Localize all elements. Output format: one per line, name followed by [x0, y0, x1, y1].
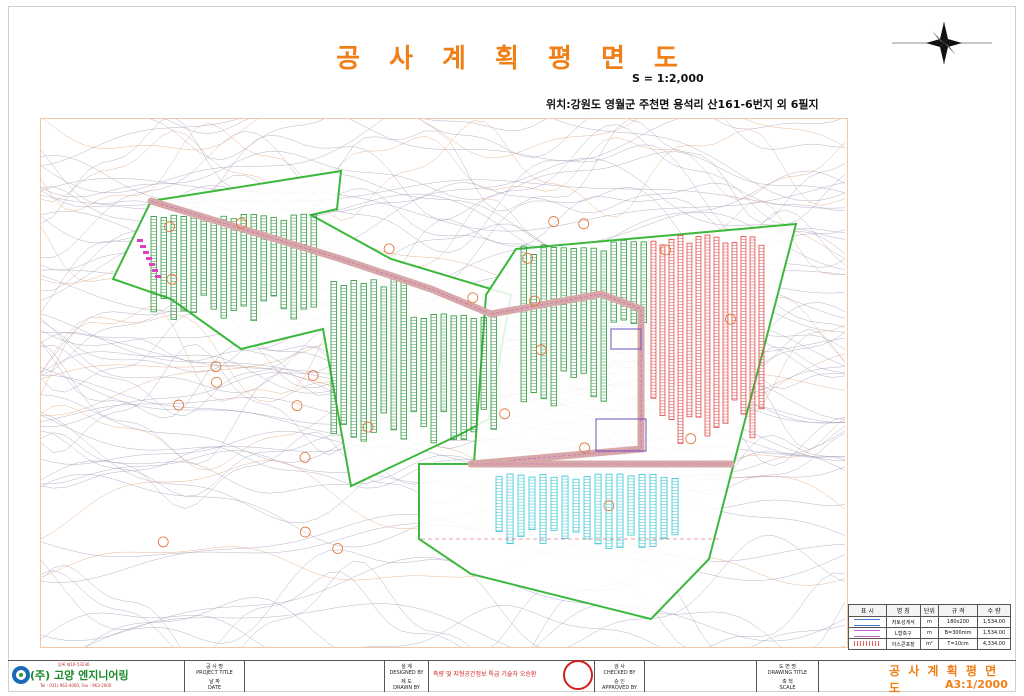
parcel-number-marker [299, 452, 311, 463]
designer-cell: 측량 및 지형공간정보 특급 기술자 오승환 [428, 660, 594, 692]
legend-name: L형측구 [885, 627, 921, 639]
contour-line [41, 151, 846, 201]
north-arrow-icon [892, 22, 992, 64]
marker [149, 263, 155, 266]
project-value-cell [244, 661, 384, 692]
drawn-ko: 제 도 [401, 679, 412, 685]
contour-line [42, 119, 846, 159]
approved-en: APPROVED BY [601, 685, 637, 691]
approved-ko: 승 인 [614, 679, 625, 685]
marker [152, 269, 158, 272]
legend-unit: m [919, 627, 940, 639]
drawing-scale-value: A3:1/2000 [945, 678, 1008, 691]
checked-ko: 검 사 [614, 664, 625, 670]
legend-header: 단위 [919, 604, 940, 617]
company-name: (주) 고양 엔지니어링 [30, 669, 129, 682]
legend-header: 명 칭 [885, 604, 921, 617]
drawn-en: DRAWN BY [393, 685, 420, 691]
legend-spec: T=10cm [938, 638, 979, 650]
project-title-en: PROJECT TITLE [196, 670, 233, 676]
parcel-number-marker [173, 399, 185, 411]
checked-en: CHECKED BY [603, 670, 636, 676]
location-label: 위치:강원도 영월군 주천면 용석리 산161-6번지 외 6필지 [546, 98, 819, 111]
project-title-ko: 공 사 명 [206, 664, 223, 670]
legend-row: L형측구 m B=300mm 1,534.00 [848, 627, 1011, 639]
company-cell: 등록 제10-53236 (주) 고양 엔지니어링 Tel : 031) 963… [8, 661, 184, 692]
parcel-number-marker [157, 536, 169, 548]
date-ko: 날 짜 [209, 679, 220, 685]
drawing-label-cell: 도 면 명 DRAWING TITLE 축 척 SCALE [756, 661, 818, 692]
legend-header: 수 량 [977, 604, 1011, 617]
site-plan-drawing [41, 119, 846, 647]
legend-swatch-curb [854, 618, 881, 626]
marker [137, 239, 143, 242]
date-en: DATE [207, 685, 221, 691]
designed-ko: 설 계 [401, 664, 412, 670]
marker [143, 251, 149, 254]
legend-spec: 180x200 [938, 616, 979, 628]
marker [146, 257, 152, 260]
legend-name: 아스콘포장 [885, 638, 921, 650]
legend-header: 규 격 [938, 604, 979, 617]
marker [155, 275, 161, 278]
engineer-certification: 측량 및 지형공간정보 특급 기술자 오승환 [433, 671, 537, 678]
company-contact: Tel : 031) 963-4000, Fax : 963-2000 [40, 683, 112, 688]
contour-line [41, 569, 846, 647]
legend-header: 표 시 [848, 604, 887, 617]
company-logo-icon [12, 666, 30, 684]
scale-label: S = 1:2,000 [632, 72, 704, 85]
legend-swatch-asphalt [854, 641, 881, 646]
legend-qty: 1,534.00 [977, 627, 1011, 639]
contour-line [84, 603, 846, 647]
parcel-number-marker [332, 543, 344, 554]
parcel-number-marker [548, 216, 560, 227]
legend-unit: m² [919, 638, 940, 650]
legend-name: 저토성게석 [885, 616, 921, 628]
contour-line [41, 556, 846, 642]
legend-unit: m [919, 616, 940, 628]
parcel-number-marker [291, 400, 303, 412]
contour-line [165, 119, 841, 134]
scale-en: SCALE [779, 685, 796, 691]
parcel-number-marker [383, 243, 395, 255]
drawing-title-cell: 공 사 계 획 평 면 도 A3:1/2000 [818, 661, 1016, 695]
official-stamp-icon [563, 660, 593, 690]
site-plan-map [40, 118, 848, 648]
contour-line [85, 597, 782, 647]
designed-en: DESIGNED BY [389, 670, 424, 676]
legend-swatch-gutter [854, 629, 881, 637]
legend-table: 표 시 명 칭 단위 규 격 수 량 저토성게석 m 180x200 1,534… [848, 604, 1011, 650]
contour-line [41, 605, 846, 647]
drawing-title-ko: 도 면 명 [779, 664, 796, 670]
design-label-cell: 설 계 DESIGNED BY 제 도 DRAWN BY [384, 661, 428, 692]
title-block: 등록 제10-53236 (주) 고양 엔지니어링 Tel : 031) 963… [8, 660, 1016, 695]
marker [140, 245, 146, 248]
legend-spec: B=300mm [938, 627, 979, 639]
drawing-title: 공 사 계 획 평 면 도 [336, 44, 688, 74]
contour-line [41, 130, 846, 203]
legend-qty: 1,534.00 [977, 616, 1011, 628]
scale-ko: 축 척 [782, 679, 793, 685]
drawing-title-en: DRAWING TITLE [767, 670, 808, 676]
parcel-number-marker [578, 218, 590, 230]
legend-row: 아스콘포장 m² T=10cm 4,334.00 [848, 638, 1011, 650]
check-value-cell [644, 661, 756, 692]
check-label-cell: 검 사 CHECKED BY 승 인 APPROVED BY [594, 661, 644, 692]
legend-header-row: 표 시 명 칭 단위 규 격 수 량 [848, 604, 1011, 617]
project-label-cell: 공 사 명 PROJECT TITLE 날 짜 DATE [184, 661, 244, 692]
contour-line [41, 119, 678, 166]
legend-row: 저토성게석 m 180x200 1,534.00 [848, 616, 1011, 628]
legend-qty: 4,334.00 [977, 638, 1011, 650]
parcel-number-marker [211, 376, 222, 388]
parcel-number-marker [299, 526, 311, 538]
